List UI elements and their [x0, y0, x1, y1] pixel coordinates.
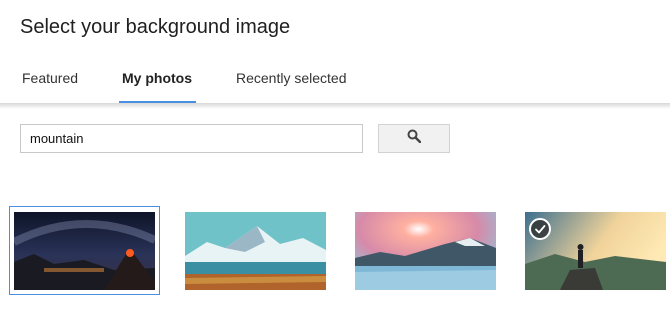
image-thumbnail-sunrise-figure[interactable] [525, 212, 666, 290]
search-button[interactable] [378, 124, 450, 153]
image-thumbnail-snowy-mountains[interactable] [185, 212, 326, 290]
background-image-dialog: Select your background image Featured My… [0, 0, 670, 333]
image-thumbnail-sunset-lake[interactable] [355, 212, 496, 290]
tab-recently-selected[interactable]: Recently selected [236, 70, 347, 104]
search-icon [407, 129, 422, 148]
tab-featured[interactable]: Featured [22, 70, 78, 104]
search-input[interactable] [20, 124, 363, 153]
tab-bar: Featured My photos Recently selected [0, 60, 670, 104]
image-thumbnail-volcano[interactable] [14, 212, 155, 290]
dialog-title: Select your background image [20, 16, 291, 38]
selected-check-badge [529, 218, 551, 240]
header-divider [0, 103, 670, 109]
tab-my-photos[interactable]: My photos [122, 70, 192, 104]
checkmark-icon [534, 223, 546, 235]
